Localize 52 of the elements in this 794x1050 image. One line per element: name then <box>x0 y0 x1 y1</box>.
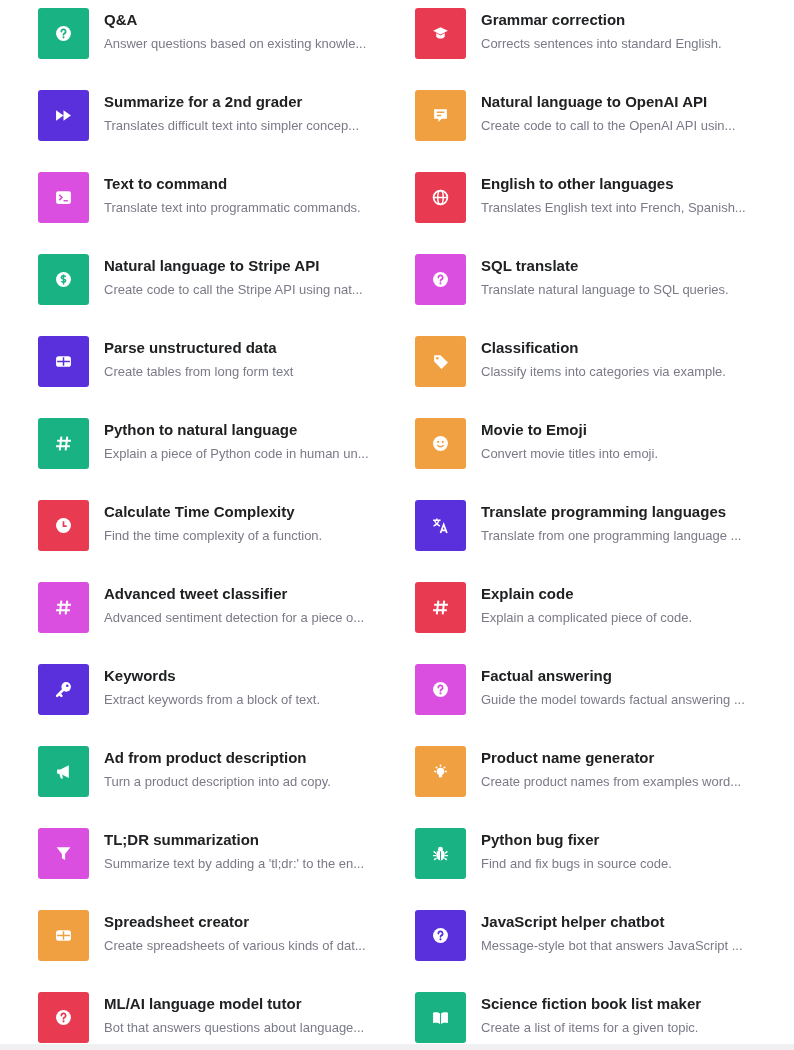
example-description: Create spreadsheets of various kinds of dat... <box>104 937 366 955</box>
example-title[interactable]: Product name generator <box>481 748 742 768</box>
example-description: Translates English text into French, Spanish... <box>481 199 746 217</box>
example-title[interactable]: TL;DR summarization <box>104 830 365 850</box>
example-description: Answer questions based on existing knowle... <box>104 35 367 53</box>
example-title[interactable]: ML/AI language model tutor <box>104 994 365 1014</box>
example-title[interactable]: Natural language to Stripe API <box>104 256 363 276</box>
example-title[interactable]: Spreadsheet creator <box>104 912 366 932</box>
example-description: Summarize text by adding a 'tl;dr:' to the en... <box>104 855 365 873</box>
example-title[interactable]: Science fiction book list maker <box>481 994 702 1014</box>
example-description: Turn a product description into ad copy. <box>104 773 331 791</box>
example-description: Bot that answers questions about language... <box>104 1019 365 1037</box>
example-description: Translate text into programmatic commands. <box>104 199 361 217</box>
example-description: Classify items into categories via example. <box>481 363 726 381</box>
example-description: Guide the model towards factual answering ... <box>481 691 745 709</box>
example-description: Find the time complexity of a function. <box>104 527 323 545</box>
example-title[interactable]: Natural language to OpenAI API <box>481 92 736 112</box>
example-title[interactable]: Summarize for a 2nd grader <box>104 92 360 112</box>
example-title[interactable]: Keywords <box>104 666 321 686</box>
example-description: Find and fix bugs in source code. <box>481 855 672 873</box>
example-description: Translate from one programming language ... <box>481 527 742 545</box>
example-title[interactable]: Parse unstructured data <box>104 338 294 358</box>
example-description: Translates difficult text into simpler concep... <box>104 117 360 135</box>
example-title[interactable]: Classification <box>481 338 726 358</box>
example-description: Advanced sentiment detection for a piece o... <box>104 609 365 627</box>
example-description: Create product names from examples word... <box>481 773 742 791</box>
example-title[interactable]: Factual answering <box>481 666 745 686</box>
example-description: Corrects sentences into standard English. <box>481 35 722 53</box>
example-title[interactable]: Python bug fixer <box>481 830 672 850</box>
example-title[interactable]: Movie to Emoji <box>481 420 658 440</box>
example-title[interactable]: Grammar correction <box>481 10 722 30</box>
example-title[interactable]: English to other languages <box>481 174 746 194</box>
example-description: Extract keywords from a block of text. <box>104 691 321 709</box>
example-title[interactable]: Q&A <box>104 10 367 30</box>
example-description: Convert movie titles into emoji. <box>481 445 658 463</box>
example-title[interactable]: Explain code <box>481 584 692 604</box>
example-title[interactable]: Python to natural language <box>104 420 369 440</box>
example-title[interactable]: Text to command <box>104 174 361 194</box>
example-title[interactable]: SQL translate <box>481 256 729 276</box>
example-description: Explain a piece of Python code in human un... <box>104 445 369 463</box>
example-description: Create a list of items for a given topic. <box>481 1019 700 1037</box>
example-description: Translate natural language to SQL queries. <box>481 281 729 299</box>
example-title[interactable]: Translate programming languages <box>481 502 742 522</box>
example-description: Create code to call the Stripe API using nat... <box>104 281 363 299</box>
example-title[interactable]: Ad from product description <box>104 748 331 768</box>
example-description: Create code to call to the OpenAI API usin... <box>481 117 736 135</box>
example-title[interactable]: Calculate Time Complexity <box>104 502 323 522</box>
example-title[interactable]: JavaScript helper chatbot <box>481 912 743 932</box>
example-description: Message-style bot that answers JavaScript ... <box>481 937 743 955</box>
example-description: Create tables from long form text <box>104 363 294 381</box>
example-description: Explain a complicated piece of code. <box>481 609 692 627</box>
example-title[interactable]: Advanced tweet classifier <box>104 584 365 604</box>
